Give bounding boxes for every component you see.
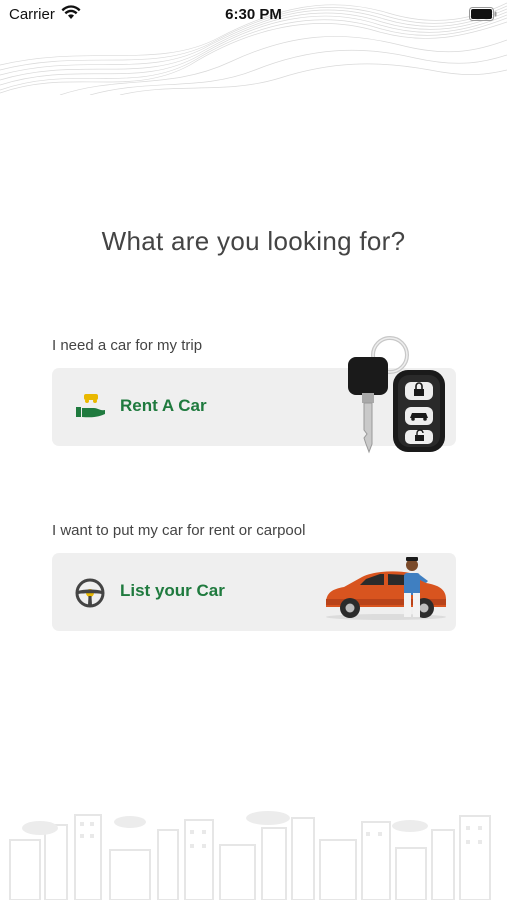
page-title: What are you looking for? [101,226,406,256]
car-keys-illustration [348,336,445,454]
driver-with-car-illustration [326,557,446,620]
hand-car-icon [76,394,105,418]
list-your-car-label: List your Car [120,581,225,600]
rent-caption: I need a car for my trip [52,337,203,354]
list-caption: I want to put my car for rent or carpool [52,522,306,539]
city-skyline-decoration [9,811,491,900]
steering-wheel-icon [75,578,105,608]
status-bar: Carrier 6:30 PM [0,0,507,28]
clock: 6:30 PM [225,6,282,23]
rent-a-car-label: Rent A Car [120,396,207,415]
battery-icon [469,7,497,21]
